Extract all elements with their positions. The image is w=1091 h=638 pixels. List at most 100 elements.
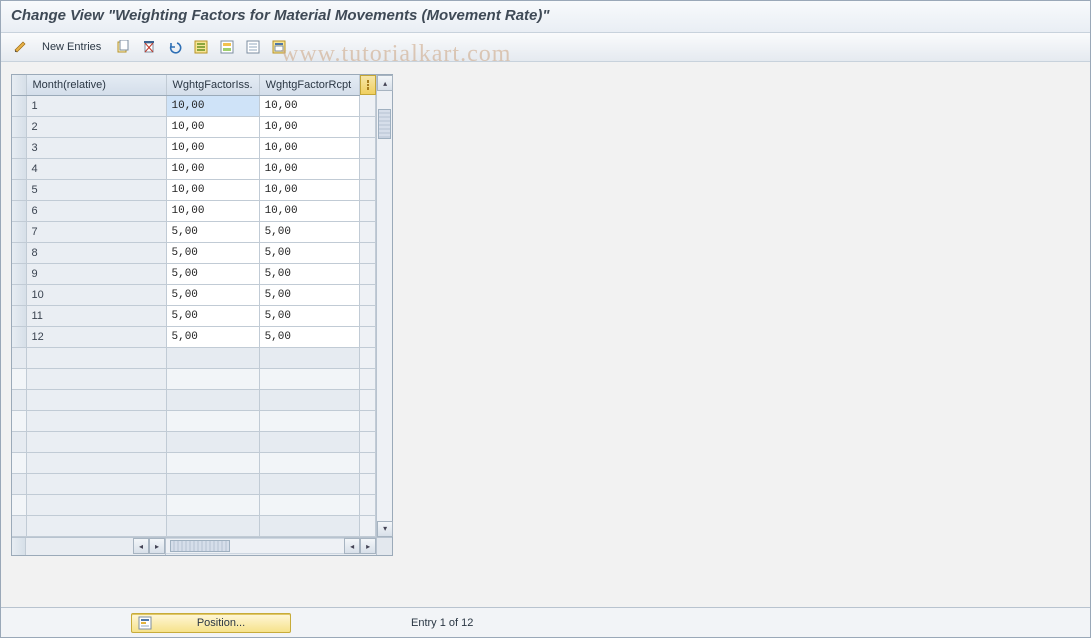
row-selector-header[interactable] xyxy=(12,75,26,95)
cell-month[interactable]: 11 xyxy=(26,305,166,326)
fixed-scroll-left-icon[interactable]: ◂ xyxy=(133,538,149,554)
cell-rcpt[interactable]: 10,00 xyxy=(259,179,359,200)
select-block-icon[interactable] xyxy=(216,37,238,57)
row-selector[interactable] xyxy=(12,284,26,305)
position-icon xyxy=(138,616,152,630)
table-row-empty xyxy=(12,389,376,410)
column-header-iss[interactable]: WghtgFactorIss. xyxy=(166,75,259,95)
table-row-empty xyxy=(12,368,376,389)
table-row-empty xyxy=(12,431,376,452)
position-button[interactable]: Position... xyxy=(131,613,291,633)
cell-month[interactable]: 3 xyxy=(26,137,166,158)
cell-iss[interactable]: 10,00 xyxy=(166,137,259,158)
horizontal-scroll-thumb[interactable] xyxy=(170,540,230,552)
table-row[interactable]: 210,0010,00 xyxy=(12,116,376,137)
table-row[interactable]: 75,005,00 xyxy=(12,221,376,242)
cell-rcpt[interactable]: 10,00 xyxy=(259,95,359,116)
cell-iss[interactable]: 5,00 xyxy=(166,326,259,347)
table-row[interactable]: 610,0010,00 xyxy=(12,200,376,221)
table-row[interactable]: 110,0010,00 xyxy=(12,95,376,116)
select-all-icon[interactable] xyxy=(190,37,212,57)
scroll-up-icon[interactable]: ▴ xyxy=(377,75,393,91)
row-selector[interactable] xyxy=(12,221,26,242)
table-row[interactable]: 410,0010,00 xyxy=(12,158,376,179)
cell-rcpt[interactable]: 5,00 xyxy=(259,242,359,263)
cell-iss[interactable]: 5,00 xyxy=(166,305,259,326)
cell-month[interactable]: 5 xyxy=(26,179,166,200)
cell-iss[interactable]: 5,00 xyxy=(166,242,259,263)
cell-rcpt[interactable]: 10,00 xyxy=(259,158,359,179)
row-selector[interactable] xyxy=(12,242,26,263)
table-row-empty xyxy=(12,515,376,536)
column-header-month[interactable]: Month(relative) xyxy=(26,75,166,95)
cell-iss[interactable]: 10,00 xyxy=(166,158,259,179)
column-header-rcpt[interactable]: WghtgFactorRcpt xyxy=(259,75,359,95)
vertical-scroll-thumb[interactable] xyxy=(378,109,391,139)
row-selector[interactable] xyxy=(12,179,26,200)
status-bar: Position... Entry 1 of 12 xyxy=(1,607,1090,637)
undo-icon[interactable] xyxy=(164,37,186,57)
delete-icon[interactable] xyxy=(138,37,160,57)
cell-month[interactable]: 2 xyxy=(26,116,166,137)
page-title: Change View "Weighting Factors for Mater… xyxy=(1,1,1090,33)
cell-rcpt[interactable]: 10,00 xyxy=(259,137,359,158)
cell-iss[interactable]: 10,00 xyxy=(166,179,259,200)
cell-month[interactable]: 4 xyxy=(26,158,166,179)
horizontal-scrollbar[interactable]: ◂ ▸ xyxy=(166,538,376,555)
cell-month[interactable]: 7 xyxy=(26,221,166,242)
cell-iss[interactable]: 5,00 xyxy=(166,284,259,305)
data-grid: Month(relative) WghtgFactorIss. WghtgFac… xyxy=(11,74,393,556)
table-row[interactable]: 85,005,00 xyxy=(12,242,376,263)
cell-iss[interactable]: 10,00 xyxy=(166,95,259,116)
cell-iss[interactable]: 5,00 xyxy=(166,221,259,242)
entry-count-text: Entry 1 of 12 xyxy=(411,617,473,629)
table-row-empty xyxy=(12,347,376,368)
table-row[interactable]: 510,0010,00 xyxy=(12,179,376,200)
cell-rcpt[interactable]: 5,00 xyxy=(259,305,359,326)
application-toolbar: New Entries xyxy=(1,33,1090,62)
deselect-all-icon[interactable] xyxy=(242,37,264,57)
cell-iss[interactable]: 5,00 xyxy=(166,263,259,284)
row-selector[interactable] xyxy=(12,263,26,284)
cell-month[interactable]: 6 xyxy=(26,200,166,221)
table-row[interactable]: 125,005,00 xyxy=(12,326,376,347)
cell-iss[interactable]: 10,00 xyxy=(166,116,259,137)
cell-rcpt[interactable]: 5,00 xyxy=(259,263,359,284)
cell-rcpt[interactable]: 5,00 xyxy=(259,221,359,242)
table-row[interactable]: 115,005,00 xyxy=(12,305,376,326)
cell-month[interactable]: 8 xyxy=(26,242,166,263)
table-settings-icon[interactable] xyxy=(360,75,376,95)
print-icon[interactable] xyxy=(268,37,290,57)
cell-rcpt[interactable]: 10,00 xyxy=(259,116,359,137)
table-row-empty xyxy=(12,410,376,431)
scroll-down-icon[interactable]: ▾ xyxy=(377,521,393,537)
position-button-label: Position... xyxy=(158,617,284,629)
toggle-change-icon[interactable] xyxy=(9,37,31,57)
row-selector[interactable] xyxy=(12,116,26,137)
fixed-scroll-right-icon[interactable]: ▸ xyxy=(149,538,165,554)
new-entries-button[interactable]: New Entries xyxy=(35,37,108,57)
table-row[interactable]: 105,005,00 xyxy=(12,284,376,305)
cell-rcpt[interactable]: 5,00 xyxy=(259,326,359,347)
row-selector[interactable] xyxy=(12,158,26,179)
row-selector[interactable] xyxy=(12,137,26,158)
row-selector[interactable] xyxy=(12,95,26,116)
scroll-right-icon[interactable]: ▸ xyxy=(360,538,376,554)
table-row[interactable]: 95,005,00 xyxy=(12,263,376,284)
cell-month[interactable]: 1 xyxy=(26,95,166,116)
table-row-empty xyxy=(12,494,376,515)
cell-rcpt[interactable]: 10,00 xyxy=(259,200,359,221)
table-row-empty xyxy=(12,452,376,473)
row-selector[interactable] xyxy=(12,305,26,326)
cell-month[interactable]: 9 xyxy=(26,263,166,284)
vertical-scrollbar[interactable]: ▴ ▾ xyxy=(376,75,392,537)
table-row[interactable]: 310,0010,00 xyxy=(12,137,376,158)
row-selector[interactable] xyxy=(12,326,26,347)
copy-icon[interactable] xyxy=(112,37,134,57)
cell-iss[interactable]: 10,00 xyxy=(166,200,259,221)
cell-month[interactable]: 12 xyxy=(26,326,166,347)
scroll-left-icon[interactable]: ◂ xyxy=(344,538,360,554)
cell-month[interactable]: 10 xyxy=(26,284,166,305)
cell-rcpt[interactable]: 5,00 xyxy=(259,284,359,305)
row-selector[interactable] xyxy=(12,200,26,221)
